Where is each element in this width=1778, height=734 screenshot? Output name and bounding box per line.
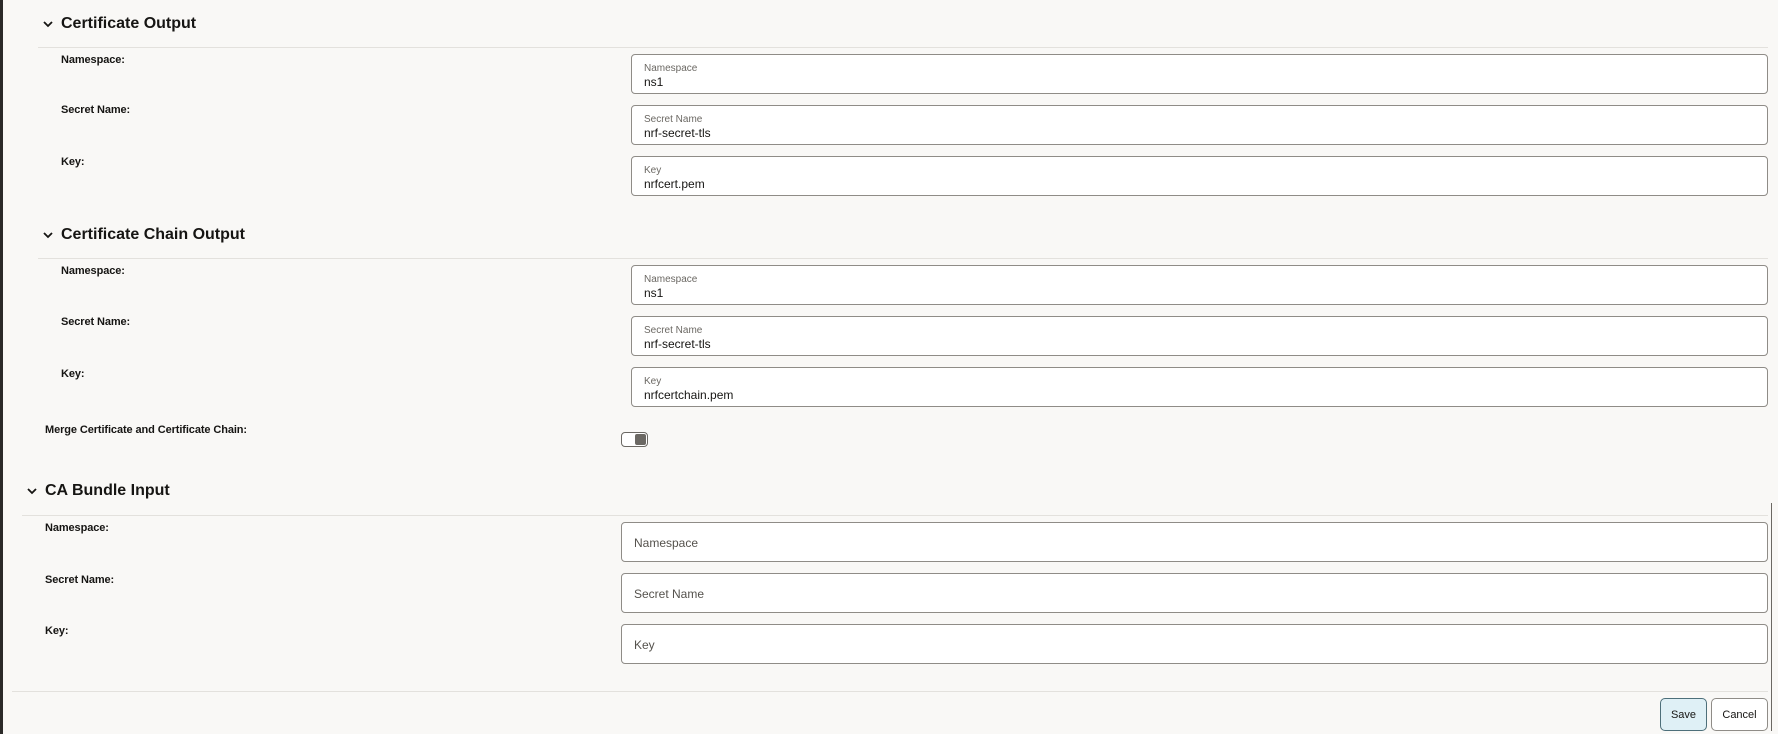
merge-certificate-toggle[interactable] (621, 432, 648, 447)
page: Certificate Output Namespace: Namespace … (0, 0, 1778, 734)
cert-key-input[interactable]: Key nrfcert.pem (631, 156, 1768, 196)
key-label: Key: (45, 625, 69, 637)
field-label: Secret Name (644, 114, 703, 125)
field-value: ns1 (644, 286, 664, 300)
cert-secret-name-input[interactable]: Secret Name nrf-secret-tls (631, 105, 1768, 145)
cancel-button[interactable]: Cancel (1711, 698, 1768, 731)
ca-key-input[interactable]: Key (621, 624, 1768, 664)
secret-name-label: Secret Name: (45, 574, 115, 586)
ca-namespace-input[interactable]: Namespace (621, 522, 1768, 562)
field-value: nrf-secret-tls (644, 126, 711, 140)
chevron-down-icon (26, 485, 38, 497)
namespace-label: Namespace: (61, 265, 125, 277)
save-button[interactable]: Save (1660, 698, 1707, 731)
section-divider (22, 515, 1768, 516)
field-value: nrfcert.pem (644, 177, 705, 191)
chain-secret-name-input[interactable]: Secret Name nrf-secret-tls (631, 316, 1768, 356)
field-placeholder: Secret Name (634, 587, 705, 601)
section-title: CA Bundle Input (45, 482, 170, 499)
section-divider (38, 47, 1768, 48)
section-title: Certificate Chain Output (61, 226, 246, 243)
secret-name-label: Secret Name: (61, 104, 131, 116)
field-value: nrfcertchain.pem (644, 388, 734, 402)
field-placeholder: Namespace (634, 536, 699, 550)
field-value: nrf-secret-tls (644, 337, 711, 351)
field-label: Key (644, 165, 662, 176)
section-divider (38, 258, 1768, 259)
toggle-knob (635, 434, 646, 445)
footer-divider (12, 691, 1768, 692)
field-label: Namespace (644, 63, 698, 74)
field-label: Namespace (644, 274, 698, 285)
merge-certificate-label: Merge Certificate and Certificate Chain: (45, 424, 247, 436)
scrollbar[interactable] (1771, 503, 1772, 731)
field-placeholder: Key (634, 638, 655, 652)
ca-secret-name-input[interactable]: Secret Name (621, 573, 1768, 613)
chain-key-input[interactable]: Key nrfcertchain.pem (631, 367, 1768, 407)
namespace-label: Namespace: (45, 522, 109, 534)
secret-name-label: Secret Name: (61, 316, 131, 328)
cert-namespace-input[interactable]: Namespace ns1 (631, 54, 1768, 94)
section-certificate-output-header[interactable]: Certificate Output (42, 15, 196, 33)
section-certificate-chain-output-header[interactable]: Certificate Chain Output (42, 226, 245, 244)
field-label: Secret Name (644, 325, 703, 336)
chain-namespace-input[interactable]: Namespace ns1 (631, 265, 1768, 305)
key-label: Key: (61, 156, 85, 168)
chevron-down-icon (42, 18, 54, 30)
namespace-label: Namespace: (61, 54, 125, 66)
field-value: ns1 (644, 75, 664, 89)
left-border (0, 0, 3, 734)
section-ca-bundle-input-header[interactable]: CA Bundle Input (26, 482, 170, 500)
key-label: Key: (61, 368, 85, 380)
section-title: Certificate Output (61, 15, 197, 32)
chevron-down-icon (42, 229, 54, 241)
field-label: Key (644, 376, 662, 387)
